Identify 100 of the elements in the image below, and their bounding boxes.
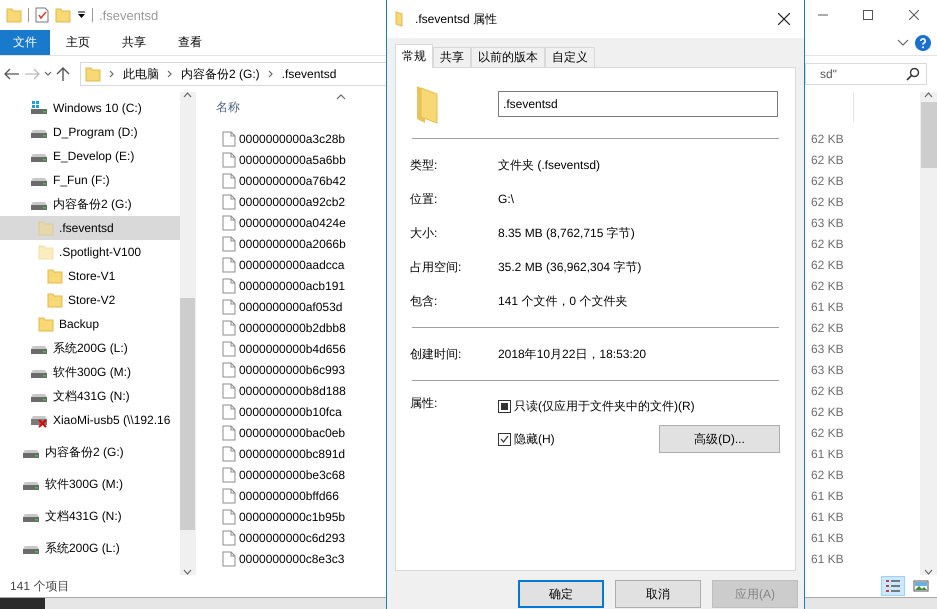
file-name[interactable]: 0000000000bac0eb: [239, 426, 346, 440]
column-header[interactable]: 名称: [216, 98, 240, 116]
name-field[interactable]: .fseventsd: [498, 91, 778, 117]
file-name[interactable]: 0000000000bc891d: [239, 446, 346, 460]
tree-item[interactable]: 内容备份2 (G:): [0, 436, 180, 468]
folder-icon: [416, 84, 438, 124]
file-size: 62 KB: [811, 278, 845, 292]
tree-item[interactable]: .Spotlight-V100: [0, 240, 180, 264]
chevron-icon[interactable]: [167, 70, 173, 78]
file-icon: [221, 214, 237, 230]
tab[interactable]: 共享: [433, 47, 471, 67]
ribbon-tab[interactable]: 查看: [162, 30, 218, 55]
tree-item[interactable]: 软件300G (M:): [0, 468, 180, 500]
file-icon: [221, 340, 237, 356]
tree-item[interactable]: Windows 10 (C:): [0, 96, 180, 120]
view-toggle[interactable]: [881, 576, 905, 596]
chevron-icon[interactable]: [109, 70, 115, 78]
file-name[interactable]: 0000000000af053d: [239, 300, 342, 314]
tree-item[interactable]: F_Fun (F:): [0, 168, 180, 192]
recent-locations-icon[interactable]: [44, 71, 52, 77]
file-icon: [221, 446, 237, 462]
breadcrumb[interactable]: 内容备份2 (G:): [181, 66, 260, 82]
file-name[interactable]: 0000000000a5a6bb: [239, 152, 346, 166]
file-name[interactable]: 0000000000a92cb2: [239, 194, 346, 208]
chevron-icon[interactable]: [268, 70, 274, 78]
file-name[interactable]: 0000000000a0424e: [239, 216, 346, 230]
scroll-up-icon[interactable]: [924, 92, 933, 98]
file-name[interactable]: 0000000000be3c68: [239, 468, 346, 482]
search-field[interactable]: sd": [805, 63, 927, 85]
properties-icon[interactable]: [35, 7, 49, 23]
file-name[interactable]: 0000000000b10fca: [239, 404, 342, 418]
windows-drive-icon: [30, 100, 48, 116]
tree-item[interactable]: Backup: [0, 312, 180, 336]
close-icon: [909, 10, 919, 20]
tree-item[interactable]: 系统200G (L:): [0, 532, 180, 564]
checkbox[interactable]: 只读(仅应用于文件夹中的文件)(R): [498, 395, 695, 417]
dialog-button[interactable]: 取消: [615, 580, 701, 608]
property-label: 占用空间:: [410, 258, 462, 276]
scroll-thumb[interactable]: [180, 298, 195, 530]
ribbon-tab[interactable]: 主页: [50, 30, 106, 55]
file-menu-button[interactable]: 文件: [0, 30, 50, 55]
tree-item[interactable]: Store-V1: [0, 264, 180, 288]
scroll-thumb[interactable]: [921, 102, 937, 168]
file-name[interactable]: 0000000000b8d188: [239, 384, 346, 398]
back-arrow-icon[interactable]: [4, 68, 20, 80]
sort-caret-icon: [336, 94, 346, 100]
file-name[interactable]: 0000000000c8e3c3: [239, 552, 344, 566]
dialog-button[interactable]: 确定: [518, 580, 604, 608]
file-icon: [221, 466, 237, 482]
scroll-down-icon[interactable]: [183, 569, 192, 575]
help-icon[interactable]: [915, 34, 931, 50]
tab[interactable]: 常规: [395, 44, 433, 68]
tree-item[interactable]: D_Program (D:): [0, 120, 180, 144]
close-icon: [778, 13, 790, 25]
tree-item[interactable]: 软件300G (M:): [0, 360, 180, 384]
property-value: 8.35 MB (8,762,715 字节): [498, 224, 635, 242]
scroll-up-icon[interactable]: [183, 92, 192, 98]
scrollbar[interactable]: [920, 92, 937, 575]
tree-item[interactable]: XiaoMi-usb5 (\\192.16: [0, 408, 180, 432]
tree-item[interactable]: .fseventsd: [0, 216, 180, 240]
window-title: .fseventsd: [99, 8, 158, 22]
file-name[interactable]: 0000000000a76b42: [239, 174, 346, 188]
file-name[interactable]: 0000000000c1b95b: [239, 510, 346, 524]
file-name[interactable]: 0000000000acb191: [239, 278, 346, 292]
breadcrumb[interactable]: .fseventsd: [282, 67, 336, 81]
folder-icon: [38, 220, 54, 236]
tree-item[interactable]: Store-V2: [0, 288, 180, 312]
checkbox[interactable]: 隐藏(H): [498, 428, 555, 450]
tree-item[interactable]: 内容备份2 (G:): [0, 192, 180, 216]
file-name[interactable]: 0000000000aadcca: [239, 258, 344, 272]
scroll-down-icon[interactable]: [924, 569, 933, 575]
tab[interactable]: 以前的版本: [471, 47, 545, 67]
expand-ribbon-icon[interactable]: [897, 38, 909, 46]
file-name[interactable]: 0000000000c6d293: [239, 530, 346, 544]
taskbar-strip: [0, 598, 45, 609]
file-icon: [221, 172, 237, 188]
file-icon: [221, 298, 237, 314]
file-size: 62 KB: [811, 320, 845, 334]
tree-item[interactable]: 系统200G (L:): [0, 336, 180, 360]
advanced-button[interactable]: 高级(D)...: [659, 425, 780, 453]
property-label: 位置:: [410, 190, 438, 208]
file-name[interactable]: 0000000000bffd66: [239, 488, 339, 502]
search-icon[interactable]: [906, 67, 920, 81]
file-name[interactable]: 0000000000b6c993: [239, 362, 346, 376]
tree-item[interactable]: E_Develop (E:): [0, 144, 180, 168]
property-value: 文件夹 (.fseventsd): [498, 156, 600, 174]
property-label: 创建时间:: [410, 346, 462, 362]
property-label: 包含:: [410, 292, 438, 310]
file-name[interactable]: 0000000000a2066b: [239, 236, 346, 250]
dropdown-icon[interactable]: [77, 11, 86, 19]
tree-item[interactable]: 文档431G (N:): [0, 384, 180, 408]
breadcrumb[interactable]: 此电脑: [123, 66, 159, 82]
file-name[interactable]: 0000000000b2dbb8: [239, 320, 346, 334]
tree-item[interactable]: 文档431G (N:): [0, 500, 180, 532]
ribbon-tab[interactable]: 共享: [106, 30, 162, 55]
file-name[interactable]: 0000000000b4d656: [239, 342, 346, 356]
file-name[interactable]: 0000000000a3c28b: [239, 132, 346, 146]
tab[interactable]: 自定义: [545, 47, 595, 67]
scrollbar[interactable]: [180, 92, 195, 575]
up-arrow-icon[interactable]: [56, 66, 70, 82]
